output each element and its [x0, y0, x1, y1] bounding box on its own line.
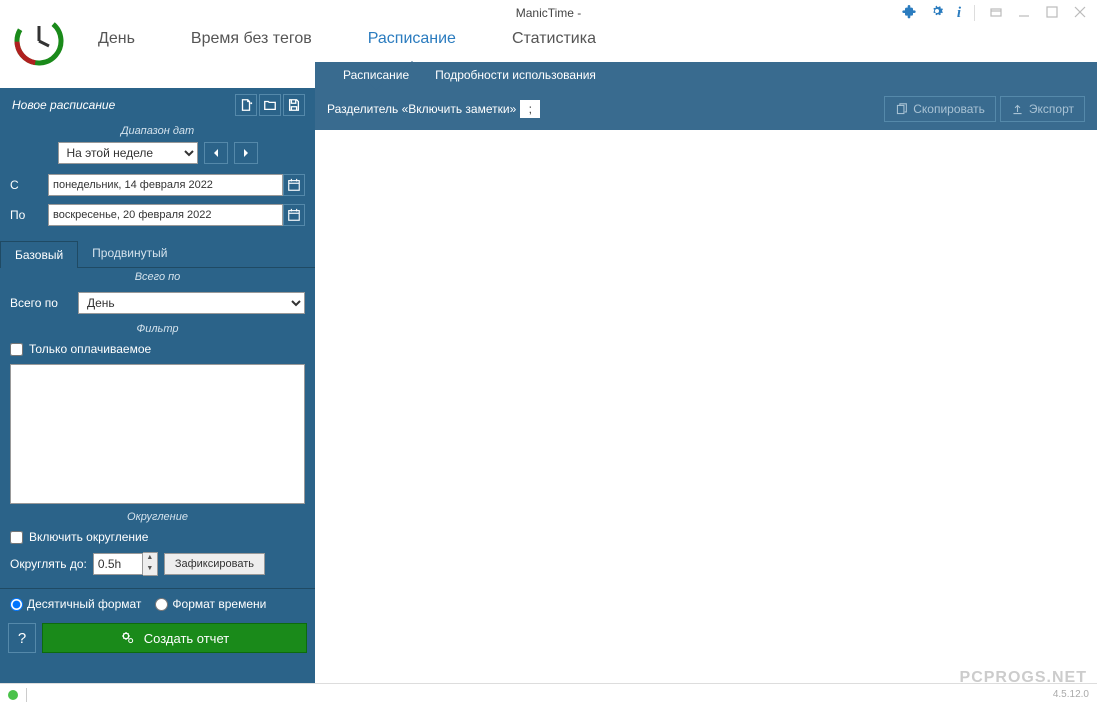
sidebar-subtabs: Базовый Продвинутый	[0, 240, 315, 268]
time-format-label: Формат времени	[172, 597, 266, 611]
top-navigation: День Время без тегов Расписание Статисти…	[0, 26, 1097, 62]
totals-label: Всего по	[10, 296, 70, 310]
fix-button[interactable]: Зафиксировать	[164, 553, 265, 575]
content-area: Разделитель «Включить заметки» Скопирова…	[315, 88, 1097, 683]
app-logo-icon	[14, 16, 64, 66]
sidebar-title: Новое расписание	[12, 98, 115, 112]
sidebar-header: Новое расписание	[0, 88, 315, 122]
titlebar-controls: i	[898, 3, 1091, 23]
open-folder-icon[interactable]	[259, 94, 281, 116]
separator	[974, 5, 975, 21]
date-range-section-label: Диапазон дат	[0, 122, 315, 140]
billable-only-checkbox[interactable]	[10, 343, 23, 356]
content-body	[315, 130, 1097, 683]
minimize-icon[interactable]	[1013, 5, 1035, 21]
tab-statistics[interactable]: Статистика	[484, 26, 624, 52]
copy-label: Скопировать	[913, 102, 985, 116]
enable-rounding-row: Включить округление	[0, 526, 315, 548]
subtab-usage-details[interactable]: Подробности использования	[431, 68, 600, 82]
spin-up-icon[interactable]: ▲	[143, 553, 157, 564]
from-date-input[interactable]	[48, 174, 283, 196]
subtab-basic[interactable]: Базовый	[0, 241, 78, 268]
upload-icon	[1011, 103, 1024, 116]
separator-input[interactable]	[520, 100, 540, 118]
billable-only-row: Только оплачиваемое	[0, 338, 315, 360]
sidebar: Новое расписание Диапазон дат На этой не…	[0, 88, 315, 683]
spin-down-icon[interactable]: ▼	[143, 564, 157, 575]
content-toolbar: Разделитель «Включить заметки» Скопирова…	[315, 88, 1097, 130]
export-button[interactable]: Экспорт	[1000, 96, 1085, 122]
maximize-icon[interactable]	[1041, 5, 1063, 21]
subtab-advanced[interactable]: Продвинутый	[78, 240, 181, 267]
copy-icon	[895, 103, 908, 116]
puzzle-icon[interactable]	[898, 3, 920, 23]
decimal-format-label: Десятичный формат	[27, 597, 141, 611]
copy-button[interactable]: Скопировать	[884, 96, 996, 122]
close-icon[interactable]	[1069, 5, 1091, 21]
totals-row: Всего по День	[0, 286, 315, 320]
create-report-button[interactable]: Создать отчет	[42, 623, 307, 653]
to-calendar-icon[interactable]	[283, 204, 305, 226]
filter-listbox[interactable]	[10, 364, 305, 504]
status-dot-icon	[8, 690, 18, 700]
status-separator	[26, 688, 27, 702]
from-date-row: С	[0, 170, 315, 200]
enable-rounding-checkbox[interactable]	[10, 531, 23, 544]
to-date-input[interactable]	[48, 204, 283, 226]
separator-label: Разделитель «Включить заметки»	[327, 102, 516, 116]
totals-section-label: Всего по	[0, 268, 315, 286]
main-area: Новое расписание Диапазон дат На этой не…	[0, 88, 1097, 683]
range-preset-select[interactable]: На этой неделе	[58, 142, 198, 164]
gears-icon	[120, 630, 136, 646]
format-row: Десятичный формат Формат времени	[0, 588, 315, 619]
save-icon[interactable]	[283, 94, 305, 116]
sidebar-bottom-row: ? Создать отчет	[0, 619, 315, 661]
tab-schedule[interactable]: Расписание	[340, 26, 484, 52]
round-value-input[interactable]	[93, 553, 143, 575]
version-label: 4.5.12.0	[1053, 689, 1089, 700]
round-spinner: ▲ ▼	[143, 552, 158, 576]
help-button[interactable]: ?	[8, 623, 36, 653]
sidebar-header-actions	[235, 94, 305, 116]
create-report-label: Создать отчет	[144, 631, 229, 646]
to-label: По	[10, 208, 40, 222]
sub-navigation: Расписание Подробности использования	[315, 62, 1097, 88]
watermark: PCPROGS.NET	[960, 669, 1087, 687]
range-prev-button[interactable]	[204, 142, 228, 164]
billable-only-label: Только оплачиваемое	[29, 342, 151, 356]
from-calendar-icon[interactable]	[283, 174, 305, 196]
round-to-row: Округлять до: ▲ ▼ Зафиксировать	[0, 548, 315, 580]
gear-icon[interactable]	[926, 3, 948, 23]
subtab-schedule[interactable]: Расписание	[339, 68, 413, 82]
range-next-button[interactable]	[234, 142, 258, 164]
enable-rounding-label: Включить округление	[29, 530, 148, 544]
titlebar: ManicTime - i	[0, 0, 1097, 26]
rounding-section-label: Округление	[0, 508, 315, 526]
from-label: С	[10, 178, 40, 192]
decimal-format-radio[interactable]	[10, 598, 23, 611]
window-title: ManicTime -	[516, 6, 582, 20]
compact-icon[interactable]	[985, 5, 1007, 21]
tab-untagged[interactable]: Время без тегов	[163, 26, 340, 52]
info-icon[interactable]: i	[954, 5, 964, 22]
statusbar: 4.5.12.0	[0, 683, 1097, 705]
export-label: Экспорт	[1029, 102, 1074, 116]
range-preset-row: На этой неделе	[0, 140, 315, 170]
totals-select[interactable]: День	[78, 292, 305, 314]
round-to-label: Округлять до:	[10, 557, 87, 571]
tab-day[interactable]: День	[70, 26, 163, 52]
new-file-icon[interactable]	[235, 94, 257, 116]
time-format-radio[interactable]	[155, 598, 168, 611]
filter-section-label: Фильтр	[0, 320, 315, 338]
to-date-row: По	[0, 200, 315, 230]
